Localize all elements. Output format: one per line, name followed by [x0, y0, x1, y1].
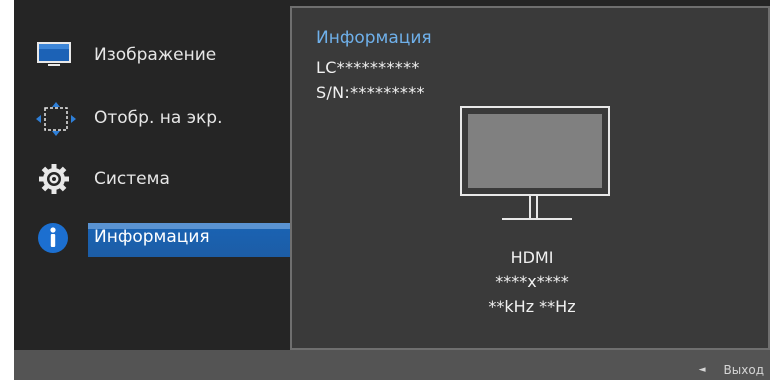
- info-icon: [36, 221, 72, 253]
- panel-title: Информация: [316, 28, 432, 48]
- model-number: LC**********: [316, 58, 420, 77]
- serial-number: S/N:*********: [316, 83, 425, 102]
- menu-item-information[interactable]: Информация: [14, 216, 290, 258]
- exit-button[interactable]: ◄ Выход: [699, 361, 764, 379]
- picture-icon: [36, 39, 72, 71]
- menu-item-label: Отобр. на экр.: [94, 108, 223, 128]
- menu-item-label: Информация: [94, 227, 210, 247]
- menu-item-label: Изображение: [94, 45, 217, 65]
- gear-icon: [36, 163, 72, 195]
- left-arrow-icon: ◄: [698, 365, 706, 375]
- information-panel: Информация LC********** S/N:********* HD…: [290, 6, 770, 350]
- screen-adjust-icon: [36, 102, 76, 136]
- input-source: HDMI: [510, 248, 554, 267]
- exit-label: Выход: [723, 363, 764, 377]
- frequency: **kHz **Hz: [488, 297, 576, 316]
- monitor-icon: [460, 106, 610, 228]
- bottom-bar: [14, 350, 770, 380]
- resolution: ****x****: [495, 272, 569, 291]
- menu-item-system[interactable]: Система: [14, 158, 290, 200]
- menu-item-onscreen-display[interactable]: Отобр. на экр.: [14, 97, 290, 139]
- menu-item-label: Система: [94, 169, 170, 189]
- main-menu: Изображение Отобр. на экр. Система Инфор…: [14, 0, 290, 350]
- menu-item-picture[interactable]: Изображение: [14, 34, 290, 76]
